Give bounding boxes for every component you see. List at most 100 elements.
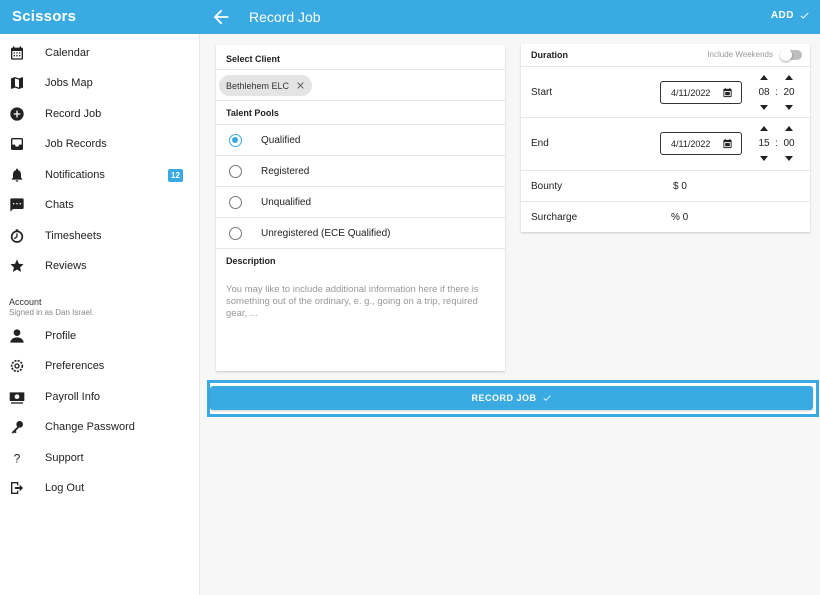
duration-card: Duration Include Weekends Start 4/11/202…: [521, 44, 810, 232]
sidebar-item-jobs-map[interactable]: Jobs Map: [0, 69, 200, 99]
help-icon: ?: [14, 452, 21, 466]
sidebar-item-record-job[interactable]: Record Job: [0, 100, 200, 130]
sidebar: Calendar Jobs Map Record Job Job Records…: [0, 34, 200, 595]
check-icon: [800, 12, 809, 19]
sidebar-item-label: Log Out: [45, 482, 85, 494]
sidebar-item-change-password[interactable]: Change Password: [0, 413, 200, 443]
remove-client-icon[interactable]: [295, 80, 306, 91]
calendar-icon[interactable]: [722, 87, 733, 98]
sidebar-item-support[interactable]: ? Support: [0, 444, 200, 474]
divider: [521, 170, 810, 171]
cash-icon: [9, 392, 25, 404]
bounty-label: Bounty: [531, 181, 563, 192]
minute-down-arrow-icon[interactable]: [785, 105, 793, 110]
add-button[interactable]: ADD: [771, 10, 810, 21]
settings-icon: [10, 359, 24, 373]
description-input[interactable]: You may like to include additional infor…: [226, 284, 496, 320]
minute-up-arrow-icon[interactable]: [785, 126, 793, 131]
inbox-icon: [11, 138, 23, 150]
app-bar: Scissors Record Job ADD: [0, 0, 820, 34]
surcharge-label: Surcharge: [531, 212, 578, 223]
job-details-card: Select Client Bethlehem ELC Talent Pools…: [216, 45, 505, 371]
signed-in-text: Signed in as Dan Israel.: [9, 308, 94, 317]
divider: [521, 66, 810, 67]
check-icon: [542, 395, 551, 401]
svg-text:?: ?: [14, 452, 21, 466]
start-hour-value[interactable]: 08: [754, 87, 774, 98]
notification-count-badge: 12: [168, 169, 183, 182]
talent-pool-option[interactable]: Unregistered (ECE Qualified): [216, 218, 505, 249]
client-chip-label: Bethlehem ELC: [226, 80, 290, 91]
radio-button[interactable]: [229, 165, 242, 178]
bounty-input[interactable]: $ 0: [673, 181, 687, 192]
radio-button[interactable]: [229, 227, 242, 240]
divider: [216, 248, 505, 249]
talent-pool-label: Unregistered (ECE Qualified): [261, 228, 391, 239]
radio-button[interactable]: [229, 196, 242, 209]
start-date-field[interactable]: 4/11/2022: [660, 81, 742, 104]
talent-pool-option[interactable]: Qualified: [216, 125, 505, 156]
talent-pool-option[interactable]: Unqualified: [216, 187, 505, 218]
sidebar-item-chats[interactable]: Chats: [0, 191, 200, 221]
end-hour-value[interactable]: 15: [754, 138, 774, 149]
hour-up-arrow-icon[interactable]: [760, 75, 768, 80]
sidebar-item-log-out[interactable]: Log Out: [0, 474, 200, 504]
sidebar-item-label: Calendar: [45, 47, 90, 59]
sidebar-item-label: Notifications: [45, 169, 105, 181]
description-heading: Description: [226, 256, 276, 266]
sidebar-item-notifications[interactable]: Notifications 12: [0, 161, 200, 191]
sidebar-item-profile[interactable]: Profile: [0, 322, 200, 352]
minute-up-arrow-icon[interactable]: [785, 75, 793, 80]
end-minute-value[interactable]: 00: [779, 138, 799, 149]
sidebar-item-label: Preferences: [45, 360, 105, 372]
sidebar-item-calendar[interactable]: Calendar: [0, 39, 200, 69]
talent-pool-label: Qualified: [261, 135, 301, 146]
sidebar-item-label: Change Password: [45, 421, 135, 433]
logout-icon: [11, 482, 23, 494]
add-button-label: ADD: [770, 10, 794, 21]
sidebar-item-label: Reviews: [45, 260, 87, 272]
hour-down-arrow-icon[interactable]: [760, 105, 768, 110]
sidebar-item-label: Job Records: [45, 138, 107, 150]
divider: [521, 117, 810, 118]
end-date-value: 4/11/2022: [671, 138, 711, 149]
talent-pools-heading: Talent Pools: [226, 108, 279, 118]
map-icon: [11, 77, 23, 89]
surcharge-input[interactable]: % 0: [671, 212, 688, 223]
radio-button-selected[interactable]: [229, 134, 242, 147]
client-chip[interactable]: Bethlehem ELC: [219, 75, 312, 96]
hour-down-arrow-icon[interactable]: [760, 156, 768, 161]
record-job-button-label: RECORD JOB: [471, 393, 537, 403]
time-separator: :: [775, 87, 778, 98]
page-title: Record Job: [249, 9, 321, 25]
record-job-button[interactable]: RECORD JOB: [210, 386, 813, 410]
sidebar-item-job-records[interactable]: Job Records: [0, 130, 200, 160]
time-separator: :: [775, 138, 778, 149]
bell-icon: [11, 168, 23, 182]
duration-heading: Duration: [531, 50, 568, 60]
start-minute-value[interactable]: 20: [779, 87, 799, 98]
hour-up-arrow-icon[interactable]: [760, 126, 768, 131]
calendar-icon: [11, 46, 23, 60]
sidebar-item-label: Payroll Info: [45, 391, 101, 403]
end-label: End: [531, 138, 549, 149]
sidebar-item-label: Record Job: [45, 108, 102, 120]
back-arrow-icon[interactable]: [210, 6, 232, 28]
end-date-field[interactable]: 4/11/2022: [660, 132, 742, 155]
add-circle-icon: [10, 107, 24, 121]
divider: [216, 69, 505, 70]
sidebar-item-payroll-info[interactable]: Payroll Info: [0, 383, 200, 413]
include-weekends-toggle[interactable]: [780, 49, 802, 61]
sidebar-item-preferences[interactable]: Preferences: [0, 352, 200, 382]
chat-icon: [10, 198, 24, 212]
calendar-icon[interactable]: [722, 138, 733, 149]
talent-pool-option[interactable]: Registered: [216, 156, 505, 187]
sidebar-item-label: Jobs Map: [45, 77, 93, 89]
sidebar-item-reviews[interactable]: Reviews: [0, 252, 200, 282]
sidebar-item-timesheets[interactable]: Timesheets: [0, 222, 200, 252]
person-icon: [10, 329, 24, 343]
include-weekends-label: Include Weekends: [707, 50, 773, 59]
account-heading: Account: [9, 297, 42, 307]
talent-pool-label: Unqualified: [261, 197, 312, 208]
minute-down-arrow-icon[interactable]: [785, 156, 793, 161]
